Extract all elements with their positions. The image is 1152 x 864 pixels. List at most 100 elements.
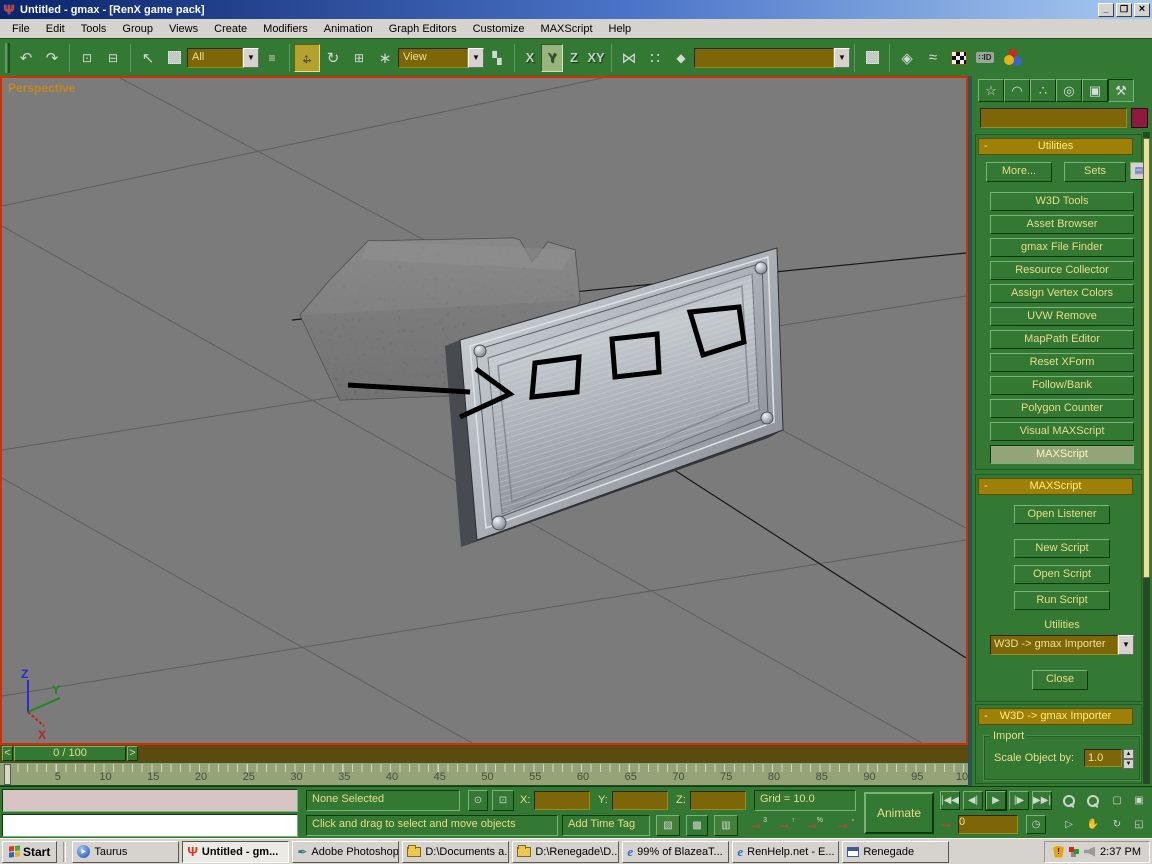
undo-icon[interactable]: ↶ xyxy=(13,44,39,72)
volume-icon[interactable] xyxy=(1084,847,1095,857)
select-and-scale-icon[interactable]: ⊞ xyxy=(346,44,372,72)
close-button[interactable] xyxy=(1134,3,1150,17)
dropdown-arrow-icon[interactable]: ▼ xyxy=(834,48,850,68)
mappath-editor-button[interactable]: MapPath Editor xyxy=(990,330,1134,349)
spinner-down-icon[interactable]: ▼ xyxy=(1123,759,1134,769)
curve-editor-icon[interactable]: ≈ xyxy=(920,44,946,72)
select-and-move-icon[interactable] xyxy=(294,44,320,72)
menu-help[interactable]: Help xyxy=(601,21,640,37)
material-editor-icon[interactable] xyxy=(946,44,972,72)
time-slider-handle[interactable]: 0 / 100 xyxy=(14,746,126,761)
restore-button[interactable] xyxy=(1116,3,1132,17)
polygon-counter-button[interactable]: Polygon Counter xyxy=(990,399,1134,418)
run-script-button[interactable]: Run Script xyxy=(1014,591,1110,610)
zoom-all-icon[interactable] xyxy=(1082,791,1104,810)
menu-views[interactable]: Views xyxy=(161,21,206,37)
collapse-icon[interactable]: - xyxy=(984,709,988,724)
w3d-tools-button[interactable]: W3D Tools xyxy=(990,192,1134,211)
maxscript-rollout-header[interactable]: - MAXScript xyxy=(978,478,1133,495)
mirror-icon[interactable]: ⋈ xyxy=(616,44,642,72)
task-photoshop[interactable]: ✒ Adobe Photoshop xyxy=(292,841,399,863)
go-to-start-icon[interactable]: |◀◀ xyxy=(940,791,960,810)
maxscript-mini-listener-pink[interactable] xyxy=(2,789,298,812)
maxscript-mini-listener-white[interactable] xyxy=(2,814,298,837)
render-icon[interactable] xyxy=(998,44,1024,72)
restrict-z-button[interactable]: Z xyxy=(563,44,585,72)
reset-xform-button[interactable]: Reset XForm xyxy=(990,353,1134,372)
importer-rollout-header[interactable]: - W3D -> gmax Importer xyxy=(978,708,1133,725)
menu-animation[interactable]: Animation xyxy=(316,21,381,37)
key-mode-3-icon[interactable]: ⊸3 xyxy=(744,815,768,836)
restrict-y-button[interactable]: Y xyxy=(541,44,563,72)
menu-create[interactable]: Create xyxy=(206,21,255,37)
new-script-button[interactable]: New Script xyxy=(1014,539,1110,558)
menu-file[interactable]: File xyxy=(4,21,38,37)
add-time-tag[interactable]: Add Time Tag xyxy=(562,815,650,836)
panel-scrollbar-thumb[interactable] xyxy=(1143,138,1150,578)
close-utility-button[interactable]: Close xyxy=(1032,670,1088,690)
collapse-icon[interactable]: - xyxy=(984,139,988,154)
maxscript-utility-dropdown[interactable]: W3D -> gmax Importer xyxy=(990,635,1118,655)
key-properties-icon[interactable]: ⊸▫ xyxy=(832,815,854,836)
task-renhelp[interactable]: e RenHelp.net - E... xyxy=(732,841,839,863)
material-id-icon[interactable]: ∷ID xyxy=(972,44,998,72)
dropdown-arrow-icon[interactable]: ▼ xyxy=(243,48,259,68)
uvw-map-icon[interactable]: ◈ xyxy=(894,44,920,72)
object-name-field[interactable] xyxy=(980,108,1127,128)
key-mode-pointer-icon[interactable]: ⊸↑ xyxy=(772,815,796,836)
go-to-end-icon[interactable]: ▶▶| xyxy=(1032,791,1052,810)
menu-group[interactable]: Group xyxy=(114,21,161,37)
degradation-override-icon[interactable]: ▧ xyxy=(656,815,680,836)
time-slider[interactable]: < 0 / 100 > xyxy=(0,745,968,762)
restrict-xy-button[interactable]: XY xyxy=(585,44,607,72)
named-selection-sets-dropdown[interactable]: ▼ xyxy=(694,48,850,68)
assign-vertex-colors-button[interactable]: Assign Vertex Colors xyxy=(990,284,1134,303)
x-coordinate-field[interactable] xyxy=(534,791,590,810)
reference-coordinate-value[interactable]: View xyxy=(398,48,468,68)
gmax-file-finder-button[interactable]: gmax File Finder xyxy=(990,238,1134,257)
select-and-manipulate-icon[interactable]: ∗ xyxy=(372,44,398,72)
y-coordinate-field[interactable] xyxy=(612,791,668,810)
track-bar[interactable]: 5101520253035404550556065707580859095100 xyxy=(0,762,968,786)
use-center-icon[interactable]: ▚ xyxy=(484,44,510,72)
toolbar-handle[interactable] xyxy=(5,43,10,73)
utilities-rollout-header[interactable]: - Utilities xyxy=(978,138,1133,155)
more-button[interactable]: More... xyxy=(986,162,1052,182)
selection-brackets-icon[interactable]: ▩ xyxy=(686,815,708,836)
menu-edit[interactable]: Edit xyxy=(38,21,73,37)
arc-rotate-icon[interactable]: ↻ xyxy=(1106,815,1128,834)
tab-modify[interactable]: ◠ xyxy=(1004,79,1030,102)
tab-utilities[interactable]: ⚒ xyxy=(1108,79,1134,102)
previous-frame-icon[interactable]: ◀| xyxy=(963,791,983,810)
z-coordinate-field[interactable] xyxy=(690,791,746,810)
perspective-viewport[interactable]: Perspective xyxy=(0,76,968,745)
select-by-name-icon[interactable]: ≡ xyxy=(259,44,285,72)
zoom-extents-icon[interactable]: ▢ xyxy=(1106,791,1128,810)
edit-named-selections-icon[interactable] xyxy=(859,44,885,72)
collapse-icon[interactable]: - xyxy=(984,479,988,494)
follow-bank-button[interactable]: Follow/Bank xyxy=(990,376,1134,395)
menu-graph-editors[interactable]: Graph Editors xyxy=(381,21,465,37)
task-gmax[interactable]: Ψ Untitled - gm... xyxy=(182,841,289,863)
tab-create[interactable]: ☆ xyxy=(978,79,1004,102)
open-script-button[interactable]: Open Script xyxy=(1014,565,1110,584)
reference-coordinate-dropdown[interactable]: View ▼ xyxy=(398,48,484,68)
tab-display[interactable]: ▣ xyxy=(1082,79,1108,102)
scale-object-field[interactable]: 1.0 xyxy=(1084,749,1122,767)
viewport-label[interactable]: Perspective xyxy=(8,81,75,95)
dropdown-arrow-icon[interactable]: ▼ xyxy=(1118,635,1134,655)
task-documents-folder[interactable]: D:\Documents a... xyxy=(402,841,509,863)
field-of-view-icon[interactable]: ▷ xyxy=(1058,815,1080,834)
key-mode-percent-icon[interactable]: ⊸% xyxy=(800,815,824,836)
key-toggle-icon[interactable]: ⊸ xyxy=(938,815,954,834)
asset-browser-button[interactable]: Asset Browser xyxy=(990,215,1134,234)
selection-filter-value[interactable]: All xyxy=(187,48,243,68)
named-selection-sets-value[interactable] xyxy=(694,48,834,68)
visual-maxscript-button[interactable]: Visual MAXScript xyxy=(990,422,1134,441)
animate-button[interactable]: Animate xyxy=(864,792,934,834)
menu-tools[interactable]: Tools xyxy=(73,21,115,37)
menu-customize[interactable]: Customize xyxy=(465,21,533,37)
previous-frame-arrow[interactable]: < xyxy=(2,746,13,761)
unlink-selection-icon[interactable]: ⊟ xyxy=(100,44,126,72)
minimize-button[interactable] xyxy=(1098,3,1114,17)
